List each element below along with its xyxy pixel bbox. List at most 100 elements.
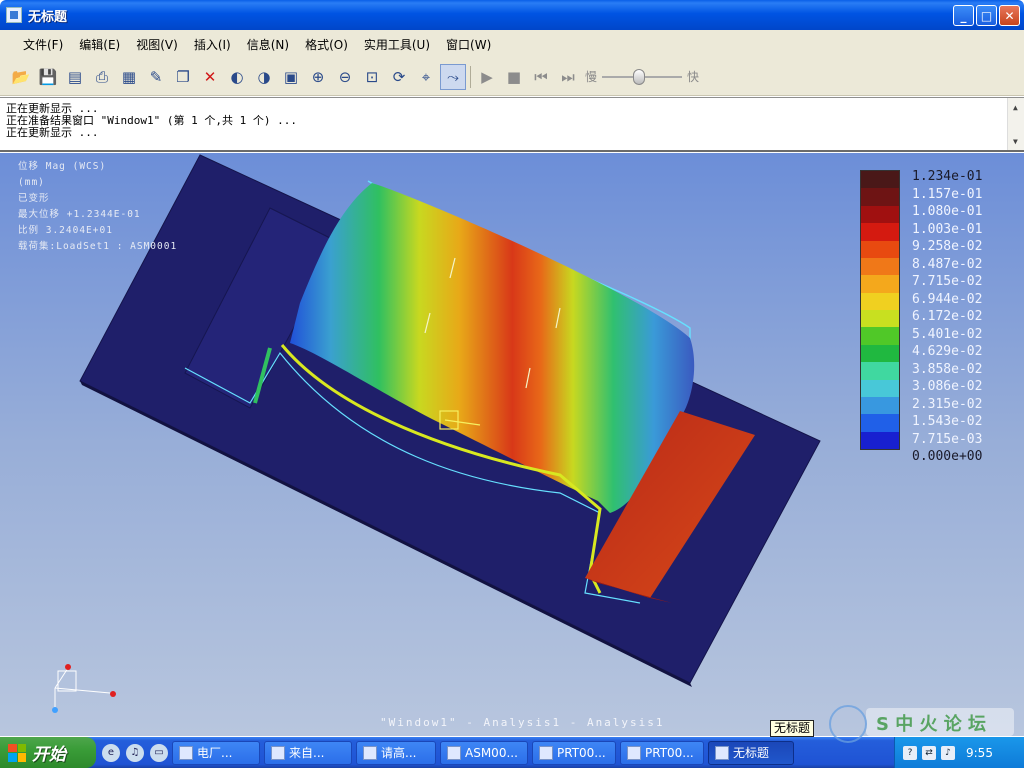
- legend-color-segment: [861, 240, 899, 258]
- taskbar-button-label: 电厂...: [197, 746, 233, 760]
- taskbar-button[interactable]: 电厂...: [172, 740, 260, 765]
- taskbar-button[interactable]: 来自...: [264, 740, 352, 765]
- print-icon[interactable]: ⎙: [89, 64, 115, 90]
- start-button[interactable]: 开始: [0, 737, 96, 768]
- legend-color-segment: [861, 396, 899, 415]
- legend-label: 1.234e-01: [912, 169, 983, 184]
- legend-label: 8.487e-02: [912, 256, 983, 272]
- color-edit-icon[interactable]: ▦: [116, 64, 142, 90]
- menu-view[interactable]: 视图(V): [131, 36, 183, 53]
- taskbar-button-label: 来自...: [289, 746, 325, 760]
- graphics-viewport[interactable]: 位移 Mag (WCS) (mm) 已变形 最大位移 +1.2344E-01 比…: [0, 153, 1024, 736]
- save-copy-icon[interactable]: ▤: [62, 64, 88, 90]
- taskbar-button[interactable]: ASM00...: [440, 740, 528, 765]
- info-line: 比例 3.2404E+01: [18, 225, 113, 236]
- tray-volume-icon[interactable]: ♪: [941, 745, 955, 760]
- forum-watermark-logo: S 中 火 论 坛: [829, 705, 1014, 743]
- speed-slider[interactable]: [602, 67, 683, 87]
- zoom-in-icon[interactable]: ⊕: [305, 64, 331, 90]
- speed-fast-label: 快: [687, 70, 700, 84]
- menu-format[interactable]: 格式(O): [300, 36, 353, 53]
- task-app-icon: [447, 745, 461, 760]
- legend-label: 6.172e-02: [912, 309, 983, 324]
- menu-utilities[interactable]: 实用工具(U): [359, 36, 435, 53]
- zoom-out-icon[interactable]: ⊖: [332, 64, 358, 90]
- taskbar-button[interactable]: PRT00...: [620, 740, 704, 765]
- legend-label: 7.715e-03: [912, 431, 983, 447]
- info-line: 位移 Mag (WCS): [18, 161, 107, 172]
- taskbar-button[interactable]: 请高...: [356, 740, 436, 765]
- legend-label: 6.944e-02: [912, 291, 983, 307]
- maximize-icon: □: [980, 8, 993, 23]
- minimize-button[interactable]: _: [953, 5, 974, 26]
- message-scrollbar[interactable]: ▲ ▼: [1007, 98, 1024, 150]
- show-result-icon[interactable]: ◐: [224, 64, 250, 90]
- legend-label: 1.157e-01: [912, 186, 983, 202]
- toolbar-separator: [470, 65, 471, 88]
- quicklaunch-ie-icon[interactable]: e: [102, 743, 120, 762]
- window-title: 无标题: [28, 9, 68, 25]
- legend-color-segment: [861, 223, 899, 241]
- open-folder-icon[interactable]: 📂: [8, 64, 34, 90]
- save-icon[interactable]: 💾: [35, 64, 61, 90]
- axis-triad-icon: [54, 667, 111, 708]
- task-app-icon: [627, 745, 641, 760]
- legend-label: 2.315e-02: [912, 396, 983, 412]
- taskbar-button[interactable]: PRT00...: [532, 740, 616, 765]
- title-bar[interactable]: 无标题 _ □ ✕: [0, 0, 1024, 30]
- scroll-down-icon[interactable]: ▼: [1013, 136, 1018, 148]
- query-icon[interactable]: ⌖: [413, 64, 439, 90]
- menu-bar: 文件(F) 编辑(E) 视图(V) 插入(I) 信息(N) 格式(O) 实用工具…: [0, 30, 1024, 58]
- window-controls: _ □ ✕: [953, 5, 1020, 26]
- play-icon[interactable]: ▶: [474, 64, 500, 90]
- analysis-info: 位移 Mag (WCS) (mm) 已变形 最大位移 +1.2344E-01 比…: [18, 159, 177, 255]
- legend-color-segment: [861, 275, 899, 293]
- legend-label: 5.401e-02: [912, 326, 983, 342]
- legend-label: 3.086e-02: [912, 379, 983, 394]
- edit-notes-icon[interactable]: ✎: [143, 64, 169, 90]
- delete-icon[interactable]: ✕: [197, 64, 223, 90]
- legend-label: 1.080e-01: [912, 204, 983, 219]
- slider-thumb[interactable]: [632, 68, 645, 85]
- menu-edit[interactable]: 编辑(E): [74, 36, 125, 53]
- menu-file[interactable]: 文件(F): [18, 36, 68, 53]
- speed-slow-label: 慢: [585, 70, 598, 84]
- task-app-icon: [363, 745, 377, 760]
- color-legend: 1.234e-01 1.157e-01 1.080e-01 1.003e-01 9.25…: [860, 168, 1010, 464]
- hide-result-icon[interactable]: ◑: [251, 64, 277, 90]
- stop-icon[interactable]: ■: [501, 64, 527, 90]
- first-frame-icon[interactable]: ⏮: [528, 64, 554, 90]
- menu-insert[interactable]: 插入(I): [189, 36, 236, 53]
- app-icon: [6, 7, 22, 23]
- zoom-fit-icon[interactable]: ⊡: [359, 64, 385, 90]
- close-button[interactable]: ✕: [999, 5, 1020, 26]
- taskbar-button[interactable]: 无标题: [708, 740, 794, 765]
- legend-label: 0.000e+00: [912, 449, 983, 464]
- legend-color-segment: [861, 327, 899, 345]
- menu-window[interactable]: 窗口(W): [441, 36, 496, 53]
- info-line: 最大位移 +1.2344E-01: [18, 209, 141, 220]
- legend-color-segment: [861, 188, 899, 206]
- edit-window-icon[interactable]: ▣: [278, 64, 304, 90]
- next-frame-icon[interactable]: ⏭: [555, 64, 581, 90]
- menu-info[interactable]: 信息(N): [242, 36, 294, 53]
- window-label: "Window1" - Analysis1 - Analysis1: [380, 716, 665, 729]
- task-app-icon: [539, 745, 553, 760]
- quicklaunch-media-icon[interactable]: ♫: [126, 743, 144, 762]
- windows-logo-icon: [8, 743, 26, 762]
- legend-label: 7.715e-02: [912, 274, 983, 289]
- orient-icon[interactable]: ⟳: [386, 64, 412, 90]
- taskbar-button-label: 无标题: [733, 746, 770, 760]
- animation-icon[interactable]: ⤳: [440, 63, 466, 90]
- start-label: 开始: [32, 745, 66, 765]
- tray-help-icon[interactable]: ?: [903, 745, 917, 760]
- legend-color-segment: [861, 379, 899, 397]
- legend-label: 1.003e-01: [912, 221, 983, 237]
- legend-label: 9.258e-02: [912, 239, 983, 254]
- copy-icon[interactable]: ❐: [170, 64, 196, 90]
- maximize-button[interactable]: □: [976, 5, 997, 26]
- scroll-up-icon[interactable]: ▲: [1013, 102, 1018, 114]
- tray-network-icon[interactable]: ⇄: [922, 745, 936, 760]
- taskbar-button-label: PRT00...: [557, 745, 606, 760]
- quicklaunch-desktop-icon[interactable]: ▭: [150, 743, 168, 762]
